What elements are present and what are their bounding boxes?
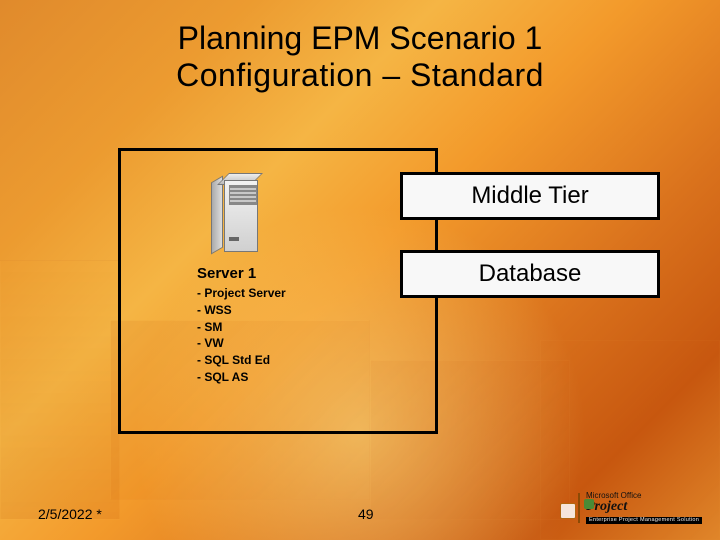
slide-title: Planning EPM Scenario 1 Configuration – … xyxy=(0,20,720,94)
list-item: - SQL AS xyxy=(197,369,286,386)
logo-tagline: Enterprise Project Management Solution xyxy=(586,517,702,525)
list-item: - SM xyxy=(197,319,286,336)
footer-page-number: 49 xyxy=(358,506,374,522)
server-tower-icon xyxy=(211,173,263,257)
logo-product: Project xyxy=(586,500,702,514)
footer-date: 2/5/2022 * xyxy=(38,506,102,522)
title-line-1: Planning EPM Scenario 1 xyxy=(178,20,543,56)
middle-tier-box: Middle Tier xyxy=(400,172,660,220)
list-item: - SQL Std Ed xyxy=(197,352,286,369)
database-tier-box: Database xyxy=(400,250,660,298)
diagram-container: Server 1 - Project Server - WSS - SM - V… xyxy=(118,148,438,434)
list-item: - WSS xyxy=(197,302,286,319)
server-component-list: - Project Server - WSS - SM - VW - SQL S… xyxy=(197,285,286,386)
list-item: - Project Server xyxy=(197,285,286,302)
list-item: - VW xyxy=(197,335,286,352)
product-logo: Microsoft Office Project Enterprise Proj… xyxy=(578,488,696,528)
title-line-2: Configuration – Standard xyxy=(0,57,720,94)
database-tier-label: Database xyxy=(479,260,582,288)
server-name: Server 1 xyxy=(197,265,256,282)
middle-tier-label: Middle Tier xyxy=(471,182,588,210)
project-logo-icon xyxy=(578,493,580,523)
decorative-panel xyxy=(0,260,120,520)
